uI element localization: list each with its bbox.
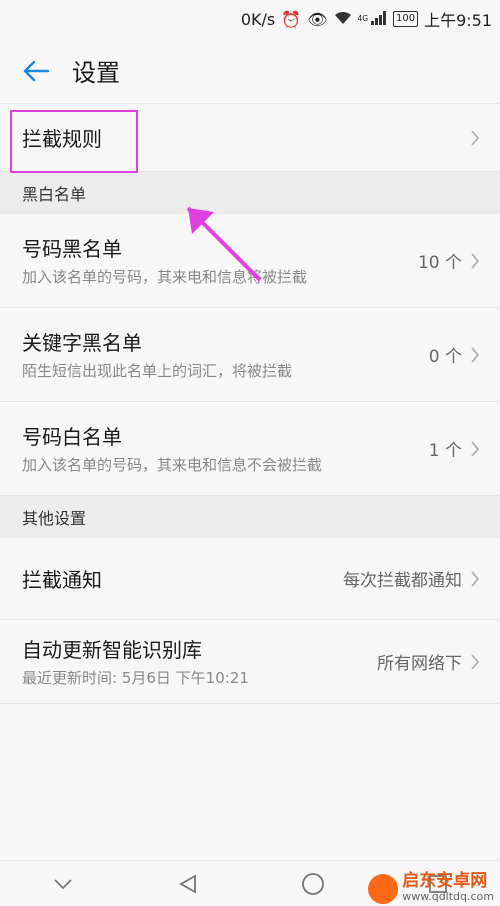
signal-icon: 4G: [357, 10, 387, 28]
page-title: 设置: [72, 59, 120, 87]
network-speed: 0K/s: [240, 9, 276, 29]
number-whitelist-title: 号码白名单: [22, 425, 122, 449]
nav-home-button[interactable]: [293, 864, 333, 904]
interception-rules-row[interactable]: 拦截规则: [0, 104, 500, 172]
keyword-blacklist-title: 关键字黑名单: [22, 331, 142, 355]
nav-back-button[interactable]: [168, 864, 208, 904]
interception-notify-title: 拦截通知: [22, 568, 102, 592]
nav-back-icon: [178, 873, 196, 894]
watermark: 启东安卓网 www.qdltdq.com: [368, 871, 494, 904]
number-whitelist-count: 1 个: [428, 441, 462, 461]
keyword-blacklist-row[interactable]: 关键字黑名单 陌生短信出现此名单上的词汇，将被拦截 0 个: [0, 308, 500, 402]
number-whitelist-desc: 加入该名单的号码，其来电和信息不会被拦截: [22, 456, 323, 474]
battery-indicator: 100: [392, 11, 419, 27]
auto-update-title: 自动更新智能识别库: [22, 638, 202, 662]
arrow-left-icon: [23, 60, 50, 81]
clock: 上午9:51: [424, 11, 492, 30]
chevron-down-icon: [53, 878, 72, 889]
section-header-blacklist: 黑白名单: [0, 172, 500, 214]
number-blacklist-count: 10 个: [417, 253, 462, 273]
auto-update-desc: 最近更新时间: 5月6日 下午10:21: [22, 669, 249, 687]
interception-rules-label: 拦截规则: [22, 127, 102, 151]
chevron-right-icon: [471, 129, 480, 146]
alarm-icon: ⏰: [281, 9, 302, 29]
number-blacklist-row[interactable]: 号码黑名单 加入该名单的号码，其来电和信息将被拦截 10 个: [0, 214, 500, 308]
section-header-other: 其他设置: [0, 496, 500, 538]
interception-notify-value: 每次拦截都通知: [343, 571, 462, 591]
keyword-blacklist-count: 0 个: [428, 347, 462, 367]
number-blacklist-desc: 加入该名单的号码，其来电和信息将被拦截: [22, 268, 308, 286]
watermark-logo-icon: [368, 874, 399, 904]
chevron-right-icon: [471, 653, 480, 670]
interception-notify-row[interactable]: 拦截通知 每次拦截都通知: [0, 538, 500, 620]
collapse-button[interactable]: [43, 864, 83, 904]
action-bar: 设置: [0, 38, 500, 104]
chevron-right-icon: [471, 440, 480, 457]
auto-update-row[interactable]: 自动更新智能识别库 最近更新时间: 5月6日 下午10:21 所有网络下: [0, 620, 500, 704]
number-whitelist-row[interactable]: 号码白名单 加入该名单的号码，其来电和信息不会被拦截 1 个: [0, 402, 500, 496]
wifi-icon: [334, 10, 352, 29]
watermark-main: 启东安卓网: [402, 871, 488, 891]
watermark-sub: www.qdltdq.com: [402, 890, 494, 903]
chevron-right-icon: [471, 570, 480, 587]
back-button[interactable]: [0, 38, 72, 104]
signal-label: 4G: [357, 13, 369, 23]
status-bar: 0K/s ⏰ 👁 4G 100 上午9:51: [0, 0, 500, 38]
chevron-right-icon: [471, 252, 480, 269]
eye-icon: 👁: [307, 9, 328, 29]
nav-home-icon: [301, 872, 324, 895]
keyword-blacklist-desc: 陌生短信出现此名单上的词汇，将被拦截: [22, 362, 293, 380]
number-blacklist-title: 号码黑名单: [22, 237, 122, 261]
auto-update-value: 所有网络下: [377, 654, 462, 674]
chevron-right-icon: [471, 346, 480, 363]
